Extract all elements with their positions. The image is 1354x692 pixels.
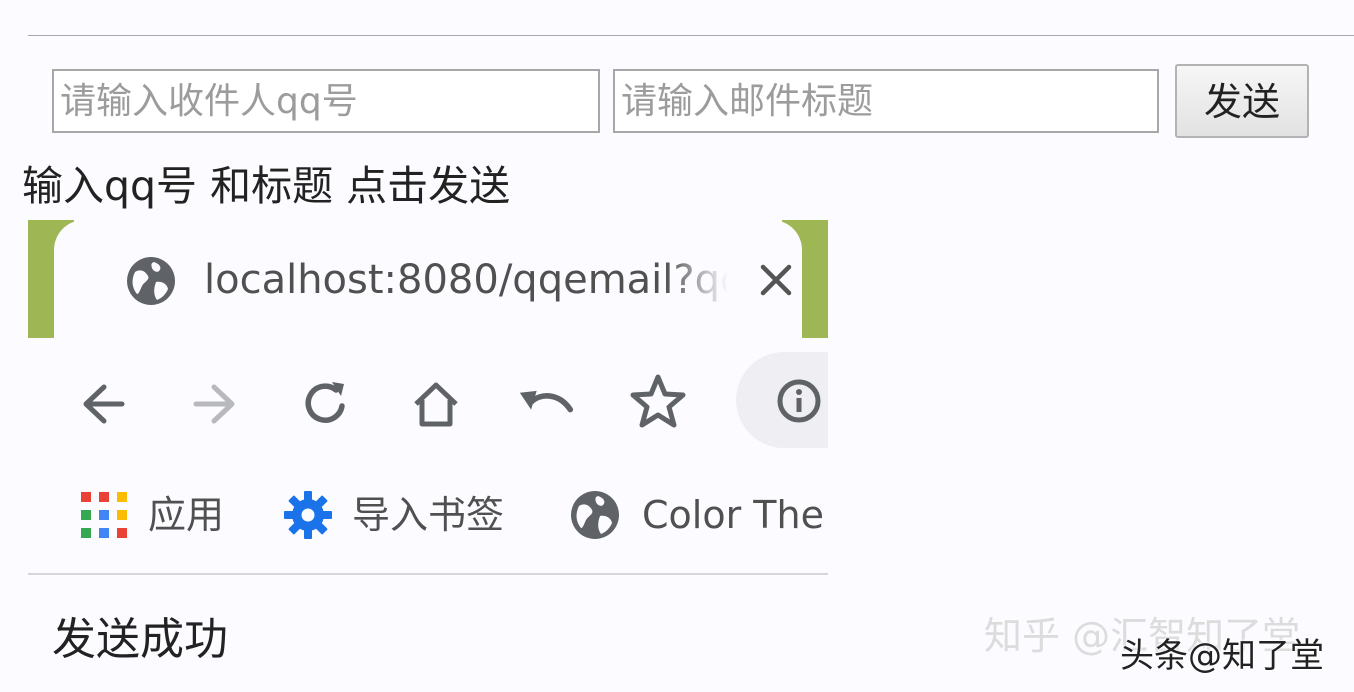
globe-icon	[127, 257, 175, 305]
bookmark-label: Color The	[642, 493, 824, 537]
bookmark-apps[interactable]: 应用	[80, 478, 240, 552]
back-arrow-icon[interactable]	[76, 376, 132, 432]
navigation-toolbar	[28, 352, 828, 452]
tab-strip: localhost:8080/qqemail?qq	[28, 220, 828, 338]
tab-title: localhost:8080/qqemail?qq	[204, 257, 728, 303]
browser-tab[interactable]: localhost:8080/qqemail?qq	[54, 220, 802, 338]
recipient-qq-input[interactable]	[52, 69, 600, 133]
close-icon[interactable]	[758, 262, 794, 298]
info-icon[interactable]	[776, 378, 822, 424]
forward-arrow-icon[interactable]	[186, 376, 242, 432]
globe-icon	[571, 491, 619, 539]
send-result-text: 发送成功	[52, 614, 228, 665]
home-icon[interactable]	[408, 376, 464, 432]
page: 发送 输入qq号 和标题 点击发送 localhost:8080/qqemail…	[0, 0, 1354, 692]
bookmarks-bar: 应用 导入书签 Color The	[28, 478, 828, 552]
email-subject-input[interactable]	[613, 69, 1159, 133]
toutiao-watermark: 头条@知了堂	[1120, 636, 1324, 676]
star-icon[interactable]	[628, 372, 688, 432]
send-button[interactable]: 发送	[1175, 64, 1309, 138]
bookmark-label: 应用	[148, 493, 225, 537]
undo-icon[interactable]	[518, 376, 574, 432]
apps-grid-icon	[81, 492, 127, 538]
reload-icon[interactable]	[298, 376, 354, 432]
top-divider	[28, 35, 1354, 36]
bookmark-color-theme[interactable]: Color The	[570, 478, 828, 552]
toolbar-divider	[28, 573, 828, 575]
instruction-caption: 输入qq号 和标题 点击发送	[22, 162, 511, 210]
browser-screenshot: localhost:8080/qqemail?qq 应用 导入书签 Color …	[28, 220, 828, 580]
gear-icon	[284, 491, 332, 539]
address-bar[interactable]	[736, 352, 828, 448]
bookmark-import[interactable]: 导入书签	[284, 478, 524, 552]
bookmark-label: 导入书签	[352, 493, 505, 537]
